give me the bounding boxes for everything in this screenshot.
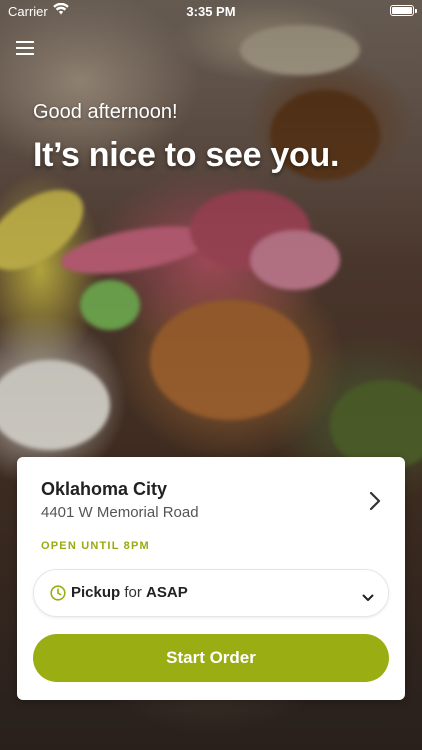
status-time: 3:35 PM — [186, 4, 236, 19]
clock-icon — [50, 585, 66, 606]
pickup-label: Pickup for ASAP — [71, 584, 188, 601]
hamburger-menu-icon[interactable] — [16, 40, 34, 56]
pickup-time-dropdown[interactable]: Pickup for ASAP — [33, 569, 389, 617]
battery-icon — [390, 5, 417, 16]
location-name: Oklahoma City — [41, 479, 168, 499]
chevron-right-icon — [369, 491, 381, 516]
location-selector[interactable]: Oklahoma City 4401 W Memorial Road — [17, 457, 405, 537]
greeting-text: Good afternoon! — [33, 101, 178, 123]
chevron-down-icon — [362, 589, 374, 607]
pickup-time: ASAP — [146, 584, 188, 601]
pickup-connector: for — [124, 584, 142, 601]
pickup-mode: Pickup — [71, 584, 121, 601]
status-bar: Carrier 3:35 PM — [0, 0, 422, 22]
store-hours: OPEN UNTIL 8PM — [41, 540, 150, 552]
start-order-button[interactable]: Start Order — [33, 634, 389, 682]
order-card: Oklahoma City 4401 W Memorial Road OPEN … — [17, 457, 405, 700]
location-address: 4401 W Memorial Road — [41, 504, 199, 521]
headline-text: It’s nice to see you. — [33, 136, 340, 174]
